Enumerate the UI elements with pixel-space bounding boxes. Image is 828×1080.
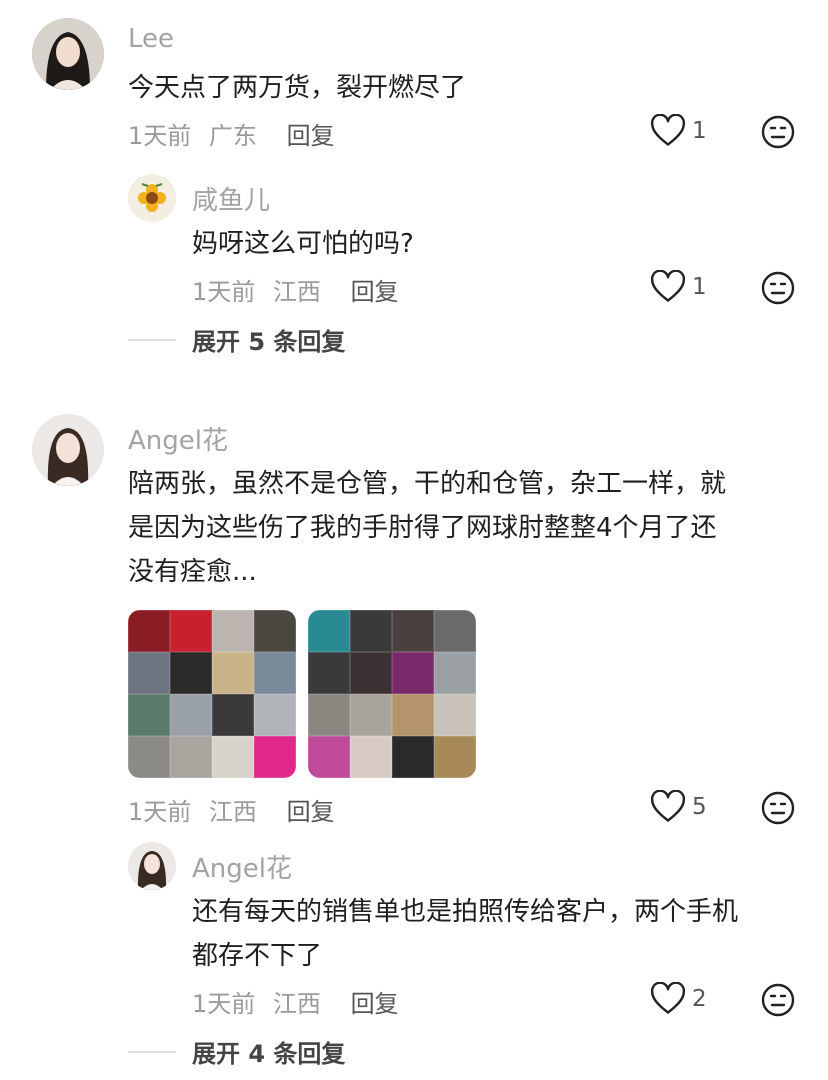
like-count: 1 bbox=[692, 274, 707, 300]
expand-replies-label: 展开 5 条回复 bbox=[192, 328, 346, 356]
reply-button[interactable]: 回复 bbox=[351, 278, 399, 306]
comment-text: 今天点了两万货，裂开燃尽了 bbox=[128, 73, 467, 103]
like-button[interactable]: 5 bbox=[650, 790, 707, 824]
reply-time: 1天前 bbox=[192, 990, 256, 1018]
reply-text: 还有每天的销售单也是拍照传给客户，两个手机 都存不下了 bbox=[192, 890, 802, 978]
like-button[interactable]: 1 bbox=[650, 114, 707, 148]
comment-meta: 1天前 江西 回复 bbox=[128, 792, 335, 827]
reply-time: 1天前 bbox=[192, 278, 256, 306]
heart-outline-icon bbox=[650, 982, 686, 1014]
expand-replies-button[interactable]: 展开 5 条回复 bbox=[128, 322, 345, 357]
reply-location: 江西 bbox=[272, 990, 321, 1018]
divider bbox=[128, 338, 176, 341]
avatar[interactable] bbox=[32, 414, 104, 486]
like-button[interactable]: 1 bbox=[650, 270, 707, 304]
neutral-face-icon[interactable] bbox=[760, 270, 796, 310]
like-count: 2 bbox=[692, 986, 707, 1012]
comment-image-2[interactable] bbox=[308, 610, 476, 778]
divider bbox=[128, 1050, 176, 1053]
reply-location: 江西 bbox=[272, 278, 321, 306]
comment-time: 1天前 bbox=[128, 122, 192, 150]
comment-username[interactable]: Lee bbox=[128, 24, 174, 54]
comment-text: 陪两张，虽然不是仓管，干的和仓管，杂工一样，就 是因为这些伤了我的手肘得了网球肘… bbox=[128, 462, 808, 594]
comment-text-line: 陪两张，虽然不是仓管，干的和仓管，杂工一样，就 bbox=[128, 469, 727, 499]
reply-button[interactable]: 回复 bbox=[287, 122, 335, 150]
comment-username[interactable]: Angel花 bbox=[128, 420, 228, 457]
comment-text-line: 没有痊愈... bbox=[128, 557, 257, 587]
heart-outline-icon bbox=[650, 270, 686, 302]
heart-outline-icon bbox=[650, 114, 686, 146]
reply-username[interactable]: Angel花 bbox=[192, 848, 292, 885]
like-count: 5 bbox=[692, 794, 707, 820]
reply-text: 妈呀这么可怕的吗? bbox=[192, 229, 414, 259]
like-count: 1 bbox=[692, 118, 707, 144]
like-button[interactable]: 2 bbox=[650, 982, 707, 1016]
reply-meta: 1天前 江西 回复 bbox=[192, 272, 399, 307]
comment-location: 江西 bbox=[208, 798, 257, 826]
neutral-face-icon[interactable] bbox=[760, 982, 796, 1022]
heart-outline-icon bbox=[650, 790, 686, 822]
reply-text-line: 都存不下了 bbox=[192, 941, 323, 971]
comment-image-1[interactable] bbox=[128, 610, 296, 778]
comment-meta: 1天前 广东 回复 bbox=[128, 116, 335, 151]
avatar[interactable] bbox=[128, 842, 176, 890]
neutral-face-icon[interactable] bbox=[760, 114, 796, 154]
comment-location: 广东 bbox=[208, 122, 257, 150]
comment-time: 1天前 bbox=[128, 798, 192, 826]
reply-username[interactable]: 咸鱼儿 bbox=[192, 180, 270, 217]
avatar[interactable] bbox=[128, 174, 176, 222]
expand-replies-label: 展开 4 条回复 bbox=[192, 1040, 346, 1068]
expand-replies-button[interactable]: 展开 4 条回复 bbox=[128, 1034, 345, 1069]
reply-meta: 1天前 江西 回复 bbox=[192, 984, 399, 1019]
reply-button[interactable]: 回复 bbox=[351, 990, 399, 1018]
comment-text-line: 是因为这些伤了我的手肘得了网球肘整整4个月了还 bbox=[128, 513, 717, 543]
reply-button[interactable]: 回复 bbox=[287, 798, 335, 826]
avatar[interactable] bbox=[32, 18, 104, 90]
neutral-face-icon[interactable] bbox=[760, 790, 796, 830]
reply-text-line: 还有每天的销售单也是拍照传给客户，两个手机 bbox=[192, 897, 739, 927]
